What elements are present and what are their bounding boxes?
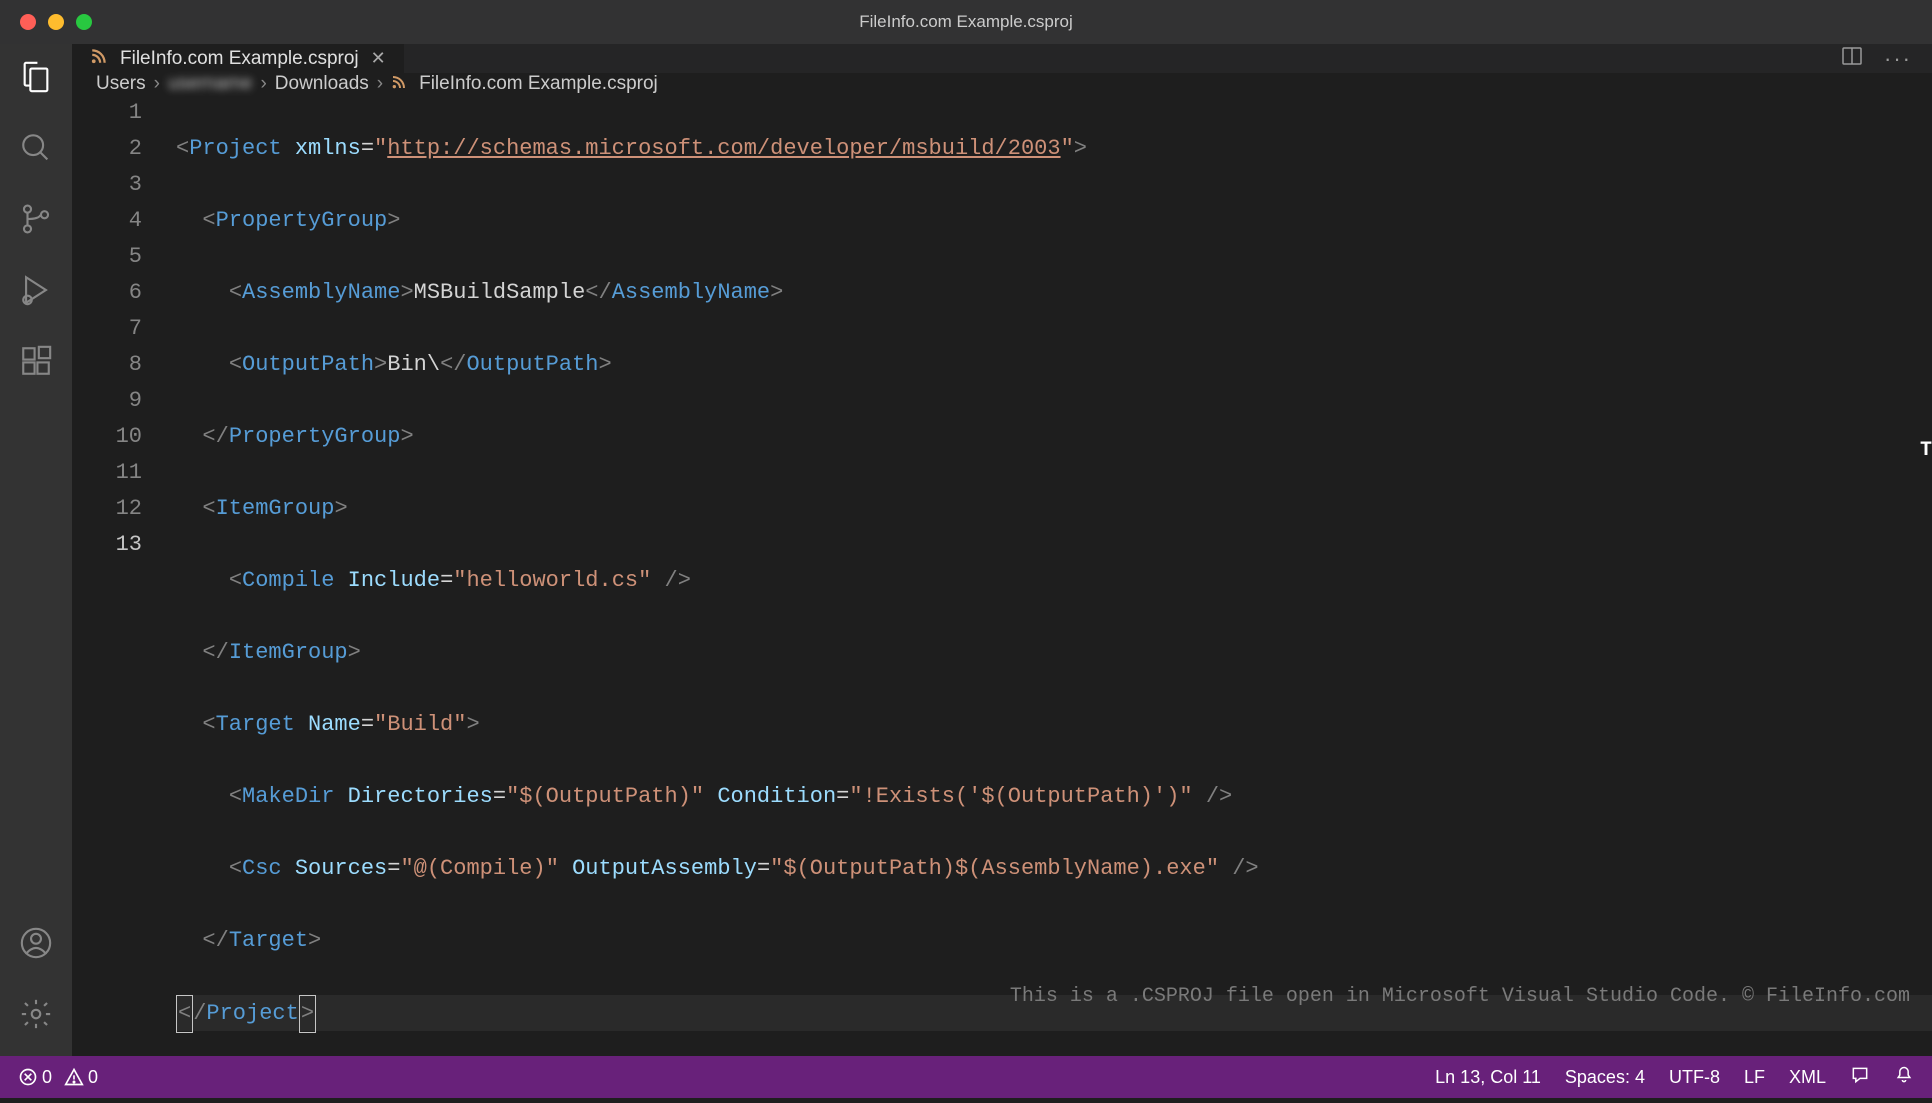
activity-bar — [0, 44, 72, 1056]
breadcrumbs[interactable]: Users › username › Downloads › FileInfo.… — [72, 73, 1932, 95]
accounts-icon[interactable] — [19, 926, 53, 965]
chevron-right-icon: › — [377, 73, 383, 95]
file-type-icon — [90, 47, 108, 70]
window-controls — [20, 14, 92, 30]
tab-filename: FileInfo.com Example.csproj — [120, 48, 359, 70]
extensions-icon[interactable] — [19, 344, 53, 383]
titlebar: FileInfo.com Example.csproj — [0, 0, 1932, 44]
chevron-right-icon: › — [154, 73, 160, 95]
close-window-button[interactable] — [20, 14, 36, 30]
search-icon[interactable] — [19, 131, 53, 170]
settings-gear-icon[interactable] — [19, 997, 53, 1036]
image-caption: This is a .CSPROJ file open in Microsoft… — [1010, 979, 1910, 1015]
code-area[interactable]: <Project xmlns="http://schemas.microsoft… — [172, 95, 1932, 1103]
main-area: FileInfo.com Example.csproj ✕ ··· Users … — [0, 44, 1932, 1056]
breadcrumb-segment[interactable]: Downloads — [275, 73, 369, 95]
minimize-window-button[interactable] — [48, 14, 64, 30]
breadcrumb-segment[interactable]: username — [168, 73, 253, 95]
run-debug-icon[interactable] — [19, 273, 53, 312]
line-number-gutter: 1 2 3 4 5 6 7 8 9 10 11 12 13 — [72, 95, 172, 1103]
more-actions-icon[interactable]: ··· — [1884, 46, 1912, 72]
explorer-icon[interactable] — [19, 60, 53, 99]
chevron-right-icon: › — [260, 73, 266, 95]
editor-content: FileInfo.com Example.csproj ✕ ··· Users … — [72, 44, 1932, 1056]
breadcrumb-segment[interactable]: FileInfo.com Example.csproj — [419, 73, 658, 95]
code-editor[interactable]: 1 2 3 4 5 6 7 8 9 10 11 12 13 <Project x… — [72, 95, 1932, 1103]
window-title: FileInfo.com Example.csproj — [859, 12, 1073, 32]
tab-close-icon[interactable]: ✕ — [371, 48, 386, 69]
minimap-indicator: T — [1920, 433, 1932, 469]
source-control-icon[interactable] — [19, 202, 53, 241]
errors-button[interactable]: 0 — [18, 1067, 52, 1088]
breadcrumb-segment[interactable]: Users — [96, 73, 146, 95]
editor-tab[interactable]: FileInfo.com Example.csproj ✕ — [72, 44, 405, 73]
file-type-icon — [391, 74, 407, 95]
split-editor-icon[interactable] — [1840, 44, 1864, 73]
maximize-window-button[interactable] — [76, 14, 92, 30]
tab-bar: FileInfo.com Example.csproj ✕ ··· — [72, 44, 1932, 73]
